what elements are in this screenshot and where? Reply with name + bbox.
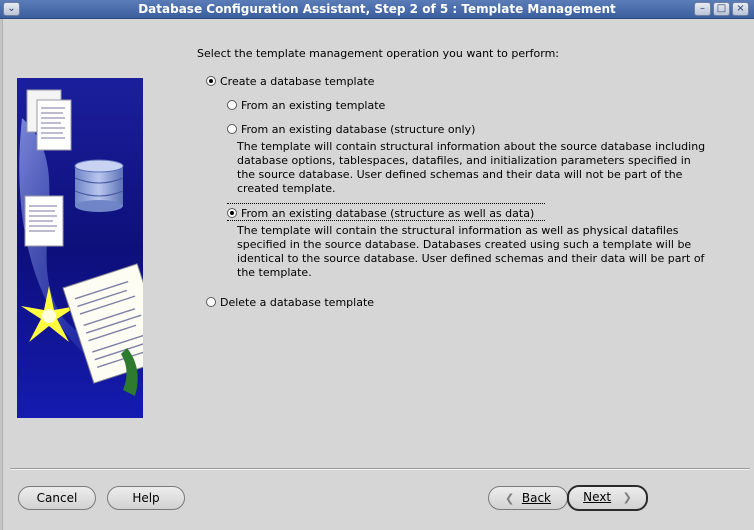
wizard-illustration	[17, 78, 143, 418]
description-line: specified in the source database. Databa…	[237, 238, 692, 251]
description-line: The template will contain the structural…	[237, 224, 679, 237]
radio-create-template[interactable]	[206, 76, 216, 86]
option-from-db-structure[interactable]: From an existing database (structure onl…	[227, 123, 475, 136]
option-label: From an existing database (structure onl…	[241, 123, 476, 136]
description-line: identical to the source database. User d…	[237, 252, 705, 265]
maximize-icon: □	[716, 3, 727, 14]
chevron-right-icon: ❯	[622, 491, 632, 504]
option-description: The template will contain structural inf…	[237, 140, 737, 196]
cancel-button[interactable]: Cancel	[18, 486, 96, 510]
database-documents-illustration	[19, 89, 143, 396]
minimize-button[interactable]: –	[694, 2, 711, 16]
radio-from-db-structure[interactable]	[227, 124, 237, 134]
minimize-icon: –	[700, 3, 705, 14]
option-label: Delete a database template	[220, 296, 375, 309]
radio-delete-template[interactable]	[206, 297, 216, 307]
option-label: From an existing database (structure as …	[241, 207, 535, 220]
help-button[interactable]: Help	[107, 486, 185, 510]
description-line: The template will contain structural inf…	[237, 140, 706, 153]
window-title: Database Configuration Assistant, Step 2…	[138, 2, 616, 16]
radio-from-db-full[interactable]	[227, 208, 237, 218]
close-icon: ×	[736, 3, 745, 14]
next-label: Next	[583, 490, 612, 504]
description-line: database options, tablespaces, datafiles…	[237, 154, 691, 167]
option-create-template[interactable]: Create a database template	[206, 75, 374, 88]
description-line: the template.	[237, 266, 312, 279]
option-from-existing-template[interactable]: From an existing template	[227, 99, 385, 112]
radio-from-existing-template[interactable]	[227, 100, 237, 110]
back-label: Back	[521, 491, 551, 505]
description-line: created template.	[237, 182, 336, 195]
instruction-text: Select the template management operation…	[197, 47, 560, 60]
next-button[interactable]: Next ❯	[567, 485, 648, 511]
option-label: From an existing template	[241, 99, 386, 112]
option-label: Create a database template	[220, 75, 375, 88]
back-button[interactable]: ❮ Back	[488, 486, 568, 510]
window-frame-left	[0, 19, 3, 530]
option-from-db-full[interactable]: From an existing database (structure as …	[227, 203, 545, 221]
chevron-left-icon: ❮	[505, 492, 515, 505]
option-delete-template[interactable]: Delete a database template	[206, 296, 374, 309]
close-button[interactable]: ×	[732, 2, 749, 16]
description-line: the source database. User defined schema…	[237, 168, 683, 181]
title-bar: ⌄ Database Configuration Assistant, Step…	[0, 0, 754, 19]
maximize-button[interactable]: □	[713, 2, 730, 16]
option-description: The template will contain the structural…	[237, 224, 737, 280]
button-bar-separator	[10, 468, 750, 470]
